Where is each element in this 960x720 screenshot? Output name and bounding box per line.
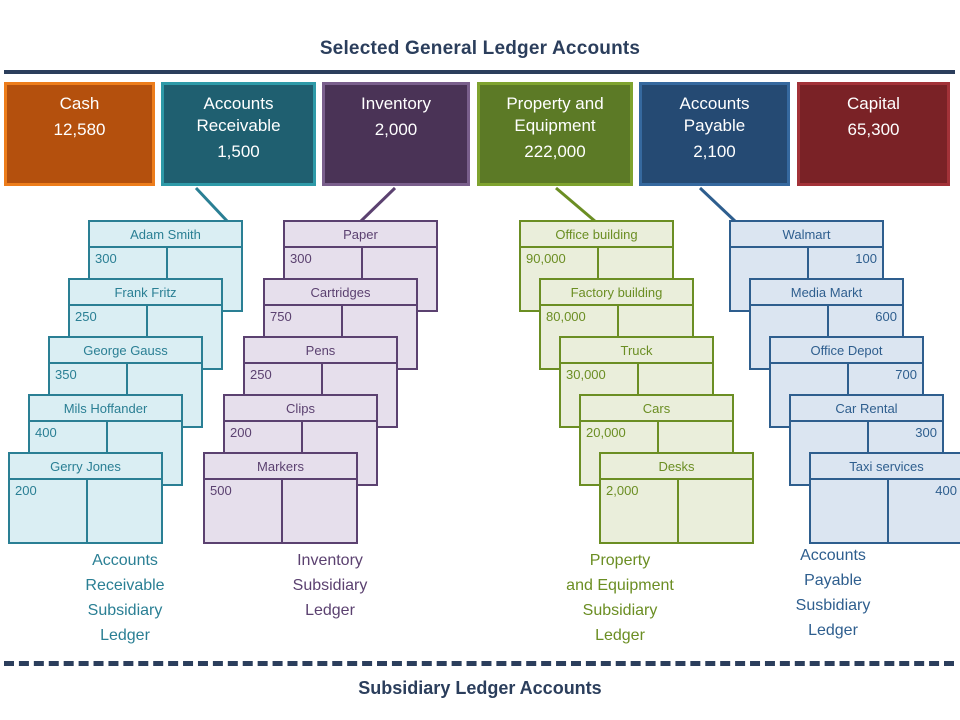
subsidiary-account-name: Markers [205, 454, 356, 480]
subsidiary-account-name: Truck [561, 338, 712, 364]
gl-account-amount: 12,580 [53, 120, 106, 139]
gl-account-box[interactable]: Inventory 2,000 [322, 82, 470, 186]
subsidiary-account-name: Clips [225, 396, 376, 422]
footer-title: Subsidiary Ledger Accounts [358, 678, 602, 698]
subsidiary-account-name: Pens [245, 338, 396, 364]
credit-column [85, 480, 162, 542]
subsidiary-ledger-stack: Walmart 100 Media Markt 600 Office Depot 700 C… [725, 220, 960, 544]
debit-amount: 200 [15, 483, 37, 498]
subsidiary-account-name: Desks [601, 454, 752, 480]
subsidiary-account-name: Media Markt [751, 280, 902, 306]
credit-amount: 400 [886, 480, 960, 542]
subsidiary-ledger-caption: Accounts Payable Susbidiary Ledger [795, 547, 871, 639]
subsidiary-account-name: Office Depot [771, 338, 922, 364]
subsidiary-account-name: Adam Smith [90, 222, 241, 248]
gl-account-amount: 65,300 [847, 120, 900, 139]
subsidiary-account-name: Factory building [541, 280, 692, 306]
debit-amount: 2,000 [606, 483, 639, 498]
gl-account-amount: 222,000 [524, 142, 586, 161]
subsidiary-ledger-caption: Accounts Receivable Subsidiary Ledger [85, 552, 165, 644]
debit-column [811, 480, 887, 542]
subsidiary-ledger-stack: Paper 300 Cartridges 750 Pens 250 Clips 200 Mark… [203, 220, 475, 544]
subsidiary-account-name: Paper [285, 222, 436, 248]
t-account-body: 200 [10, 480, 161, 542]
gl-account-box[interactable]: Cash 12,580 [4, 82, 155, 186]
ledger-connector-line [194, 186, 230, 224]
ledger-connector-line [555, 186, 597, 224]
subsidiary-account-name: Mils Hoffander [30, 396, 181, 422]
t-account-body: 2,000 [601, 480, 752, 542]
subsidiary-account-name: Car Rental [791, 396, 942, 422]
subsidiary-account-card[interactable]: Taxi services 400 [809, 452, 960, 544]
t-account-body: 400 [811, 480, 960, 542]
subsidiary-account-card[interactable]: Markers 500 [203, 452, 358, 544]
credit-column [280, 480, 357, 542]
subsidiary-account-card[interactable]: Desks 2,000 [599, 452, 754, 544]
page-title: Selected General Ledger Accounts [319, 38, 641, 59]
subsidiary-account-name: Cartridges [265, 280, 416, 306]
subsidiary-ledger-caption: Property and Equipment Subsidiary Ledger [566, 552, 674, 644]
footer-divider [4, 661, 954, 666]
gl-account-box[interactable]: Accounts Payable 2,100 [639, 82, 790, 186]
subsidiary-account-name: Taxi services [811, 454, 960, 480]
subsidiary-account-name: Office building [521, 222, 672, 248]
gl-account-amount: 1,500 [217, 142, 260, 161]
gl-account-name: Accounts Payable [679, 94, 750, 135]
gl-account-name: Cash [59, 94, 100, 113]
gl-account-amount: 2,000 [374, 120, 418, 139]
gl-account-amount: 2,100 [693, 142, 736, 161]
subsidiary-account-name: Walmart [731, 222, 882, 248]
gl-account-box[interactable]: Property and Equipment 222,000 [477, 82, 633, 186]
gl-account-name: Property and Equipment [506, 94, 604, 135]
gl-account-box[interactable]: Capital 65,300 [797, 82, 950, 186]
gl-account-name: Accounts Receivable [196, 94, 281, 135]
gl-account-name: Inventory [361, 94, 431, 113]
t-account-body: 500 [205, 480, 356, 542]
subsidiary-account-name: Cars [581, 396, 732, 422]
ledger-connector-line [698, 186, 738, 224]
gl-account-box[interactable]: Accounts Receivable 1,500 [161, 82, 316, 186]
ledger-connector-line [358, 186, 397, 224]
subsidiary-account-name: Frank Fritz [70, 280, 221, 306]
subsidiary-ledger-caption: Inventory Subsidiary Ledger [292, 552, 368, 619]
subsidiary-ledger-stack: Office building 90,000 Factory building 80,… [505, 220, 754, 544]
subsidiary-account-name: George Gauss [50, 338, 201, 364]
title-divider [4, 70, 955, 74]
debit-amount: 500 [210, 483, 232, 498]
credit-column [676, 480, 753, 542]
subsidiary-account-name: Gerry Jones [10, 454, 161, 480]
gl-account-name: Capital [847, 94, 900, 113]
subsidiary-account-card[interactable]: Gerry Jones 200 [8, 452, 163, 544]
